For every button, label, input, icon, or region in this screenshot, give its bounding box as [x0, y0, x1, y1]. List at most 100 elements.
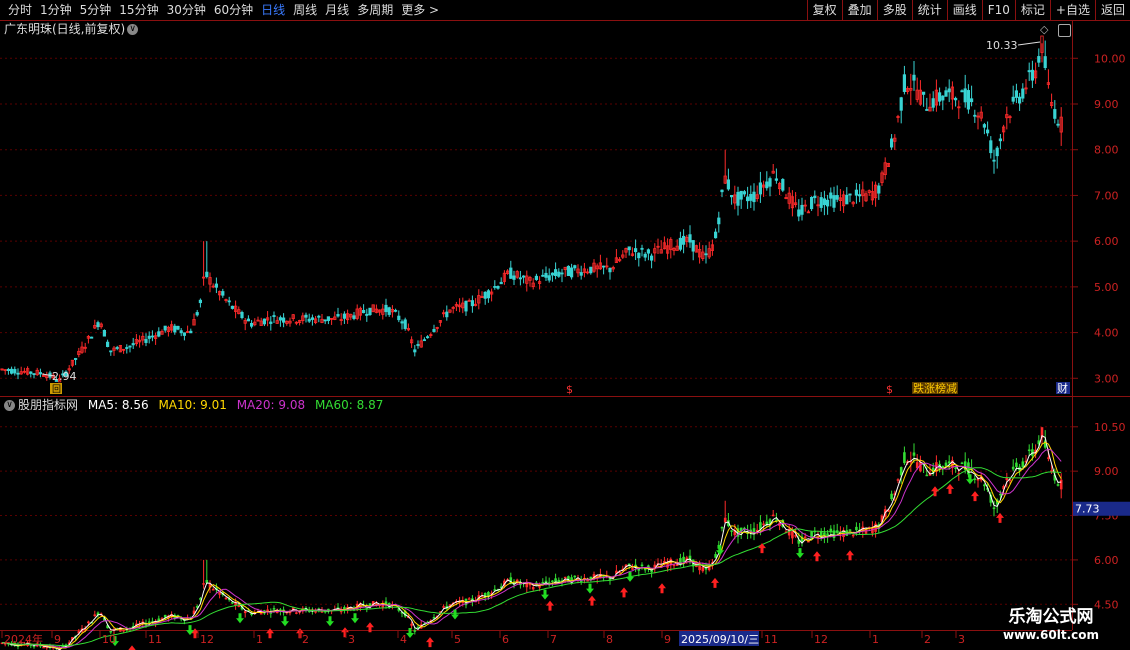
- lower-candle-body: [205, 579, 209, 583]
- buy-arrow-icon: [620, 587, 628, 598]
- price-tick: 10.50: [1094, 421, 1126, 434]
- upper-candle-body: [758, 182, 763, 195]
- price-tick: 5.00: [1094, 281, 1119, 294]
- ma20-value: MA20: 9.08: [236, 398, 306, 412]
- lower-candle-body: [531, 587, 535, 590]
- date-label: 6: [502, 633, 509, 646]
- marker-box-text: 回: [52, 384, 61, 395]
- upper-panel-title[interactable]: 广东明珠(日线,前复权) ∨: [4, 22, 139, 36]
- upper-candle-body: [781, 178, 785, 191]
- stock-name-label: 广东明珠(日线,前复权): [4, 22, 126, 36]
- upper-candle-body: [547, 275, 551, 281]
- upper-candle-body: [262, 318, 267, 325]
- upper-candle-body: [998, 138, 1003, 142]
- lower-candle-body: [231, 602, 234, 604]
- diamond-icon[interactable]: ◇: [1040, 23, 1048, 36]
- upper-candle-body: [646, 249, 651, 254]
- upper-candle-body: [278, 317, 283, 321]
- upper-candle-body: [717, 217, 721, 225]
- cai-label: 财: [1057, 381, 1068, 395]
- upper-candle-body: [813, 195, 817, 199]
- upper-candle-body: [1053, 109, 1057, 119]
- lower-candle-body: [573, 575, 577, 578]
- upper-candle-body: [310, 317, 315, 320]
- lower-candle-body: [803, 536, 807, 539]
- upper-candle-body: [829, 192, 833, 199]
- upper-candle-body: [925, 109, 929, 111]
- upper-candle-body: [240, 311, 244, 319]
- date-label: 12: [200, 633, 214, 646]
- price-tick: 9.00: [1094, 465, 1119, 478]
- lower-candle-body: [983, 484, 986, 487]
- upper-candle-body: [281, 317, 286, 323]
- sell-arrow-icon: [966, 474, 974, 485]
- price-tick: 9.00: [1094, 98, 1119, 111]
- upper-candle-body: [1056, 123, 1060, 126]
- lower-candle-body: [791, 531, 794, 539]
- lower-candle-body: [295, 612, 298, 614]
- lower-price-axis: 10.509.007.506.004.507.73: [1072, 421, 1130, 611]
- upper-candle-body: [512, 275, 516, 280]
- buy-arrow-icon: [658, 583, 666, 594]
- upper-candle-body: [195, 312, 199, 316]
- watermark-url: www.60lt.com: [1002, 628, 1100, 642]
- upper-candle-body: [144, 339, 148, 343]
- upper-candle-body: [912, 74, 916, 81]
- lower-candle-body: [218, 592, 221, 595]
- date-label: 2: [302, 633, 309, 646]
- date-label: 9: [54, 633, 61, 646]
- dollar-marker: $: [566, 383, 573, 396]
- lower-candle-body: [224, 597, 228, 600]
- upper-candle-body: [966, 90, 971, 110]
- upper-candle-body: [269, 321, 273, 324]
- chevron-down-icon[interactable]: ∨: [4, 400, 15, 411]
- sell-arrow-icon: [326, 616, 334, 627]
- upper-candle-body: [643, 253, 647, 258]
- upper-candle-body: [131, 343, 135, 346]
- upper-candle-body: [1014, 90, 1019, 98]
- panel-toggle-icon[interactable]: [1058, 24, 1071, 37]
- lower-candle-body: [855, 526, 858, 531]
- upper-candle-body: [115, 347, 119, 349]
- upper-candle-body: [627, 246, 631, 251]
- price-tick: 4.00: [1094, 327, 1119, 340]
- upper-candle-body: [566, 265, 571, 277]
- lower-candle-body: [563, 576, 567, 579]
- upper-candle-body: [1011, 96, 1015, 102]
- upper-candle-body: [393, 309, 398, 312]
- lower-candle-body: [551, 580, 554, 583]
- upper-candle-body: [678, 237, 683, 250]
- upper-candle-body: [938, 92, 942, 102]
- sell-arrow-icon: [281, 616, 289, 627]
- upper-candle-body: [29, 371, 33, 374]
- upper-candle-body: [579, 272, 583, 276]
- buy-arrow-icon: [711, 577, 719, 588]
- upper-candle-body: [746, 196, 750, 202]
- high-pointer: [1017, 41, 1041, 46]
- sell-arrow-icon: [796, 548, 804, 559]
- upper-candle-body: [182, 332, 186, 336]
- chevron-down-icon[interactable]: ∨: [127, 24, 139, 35]
- buy-arrow-icon: [813, 551, 821, 562]
- upper-candle-body: [368, 307, 372, 315]
- upper-candle-body: [432, 329, 436, 332]
- upper-candle-body: [128, 345, 132, 348]
- lower-candle-body: [848, 529, 852, 531]
- upper-candle-body: [221, 291, 225, 296]
- price-tick: 10.00: [1094, 52, 1126, 65]
- upper-candle-body: [1021, 88, 1025, 99]
- low-price-label: 2.94: [52, 370, 77, 383]
- lower-candle-body: [973, 478, 977, 480]
- ma20-line: [1, 448, 1062, 649]
- upper-candle-body: [413, 349, 417, 353]
- upper-candle-body: [826, 199, 830, 207]
- upper-candle-body: [963, 88, 967, 103]
- upper-candles: [0, 35, 1063, 383]
- upper-candle-body: [726, 179, 731, 190]
- upper-candle-body: [954, 97, 958, 101]
- kline-chart[interactable]: 10.00 9.00 8.00 7.00 6.00 5.00 4.00 3.00 10.50 9…: [0, 0, 1130, 650]
- date-label: 4: [400, 633, 407, 646]
- watermark: 乐淘公式网 www.60lt.com: [990, 607, 1112, 643]
- buy-arrow-icon: [758, 543, 766, 554]
- upper-candle-body: [730, 195, 734, 198]
